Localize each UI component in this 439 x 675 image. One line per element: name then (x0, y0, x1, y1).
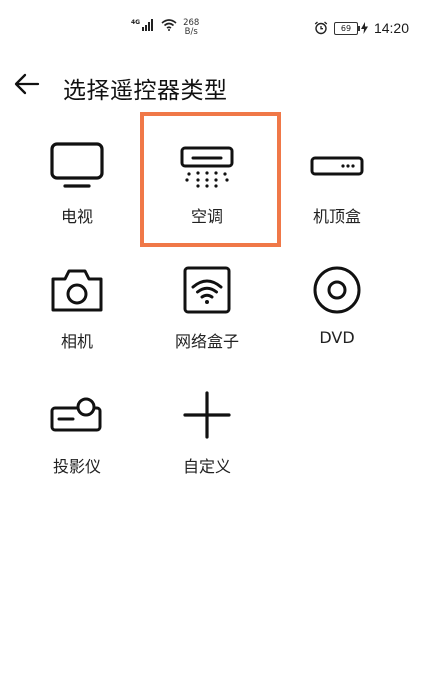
bolt-icon (360, 22, 368, 34)
battery-indicator: 69 (333, 21, 360, 35)
arrow-left-icon[interactable] (12, 69, 42, 99)
clock-time: 14:20 (373, 20, 409, 36)
device-custom[interactable]: 自定义 (142, 370, 272, 490)
set-top-box-icon (310, 156, 364, 176)
system-status: 69 14:20 (314, 20, 409, 36)
device-label: 电视 (60, 207, 93, 226)
speed-unit: B/s (184, 27, 198, 37)
device-air-conditioner[interactable]: 空调 (142, 120, 272, 240)
page-title: 选择遥控器类型 (63, 78, 228, 104)
network-status: 4G 268 B/s (131, 19, 199, 37)
device-dvd[interactable]: DVD (272, 245, 402, 365)
device-tv[interactable]: 电视 (12, 120, 142, 240)
network-speed: 268 B/s (183, 19, 199, 37)
tv-icon (50, 142, 104, 188)
status-bar: 4G 268 B/s 69 14:20 (0, 0, 439, 56)
projector-icon (50, 397, 102, 432)
signal-icon (142, 19, 154, 31)
air-conditioner-icon (180, 146, 234, 188)
alarm-clock-icon (314, 21, 328, 35)
device-camera[interactable]: 相机 (12, 245, 142, 365)
device-label: 投影仪 (52, 457, 101, 476)
plus-icon (183, 391, 231, 439)
camera-icon (51, 269, 103, 312)
disc-icon (313, 266, 361, 314)
device-label: 机顶盒 (312, 207, 361, 226)
device-label: 相机 (60, 332, 93, 351)
device-projector[interactable]: 投影仪 (12, 370, 142, 490)
device-label: 网络盒子 (174, 332, 239, 351)
device-set-top-box[interactable]: 机顶盒 (272, 120, 402, 240)
device-network-box[interactable]: 网络盒子 (142, 245, 272, 365)
network-type: 4G (131, 19, 141, 26)
app-header: 选择遥控器类型 (0, 60, 439, 110)
device-label: 自定义 (182, 457, 231, 476)
device-label: 空调 (190, 207, 223, 226)
wifi-icon (161, 19, 177, 31)
device-label: DVD (319, 328, 355, 347)
wifi-box-icon (183, 266, 231, 314)
